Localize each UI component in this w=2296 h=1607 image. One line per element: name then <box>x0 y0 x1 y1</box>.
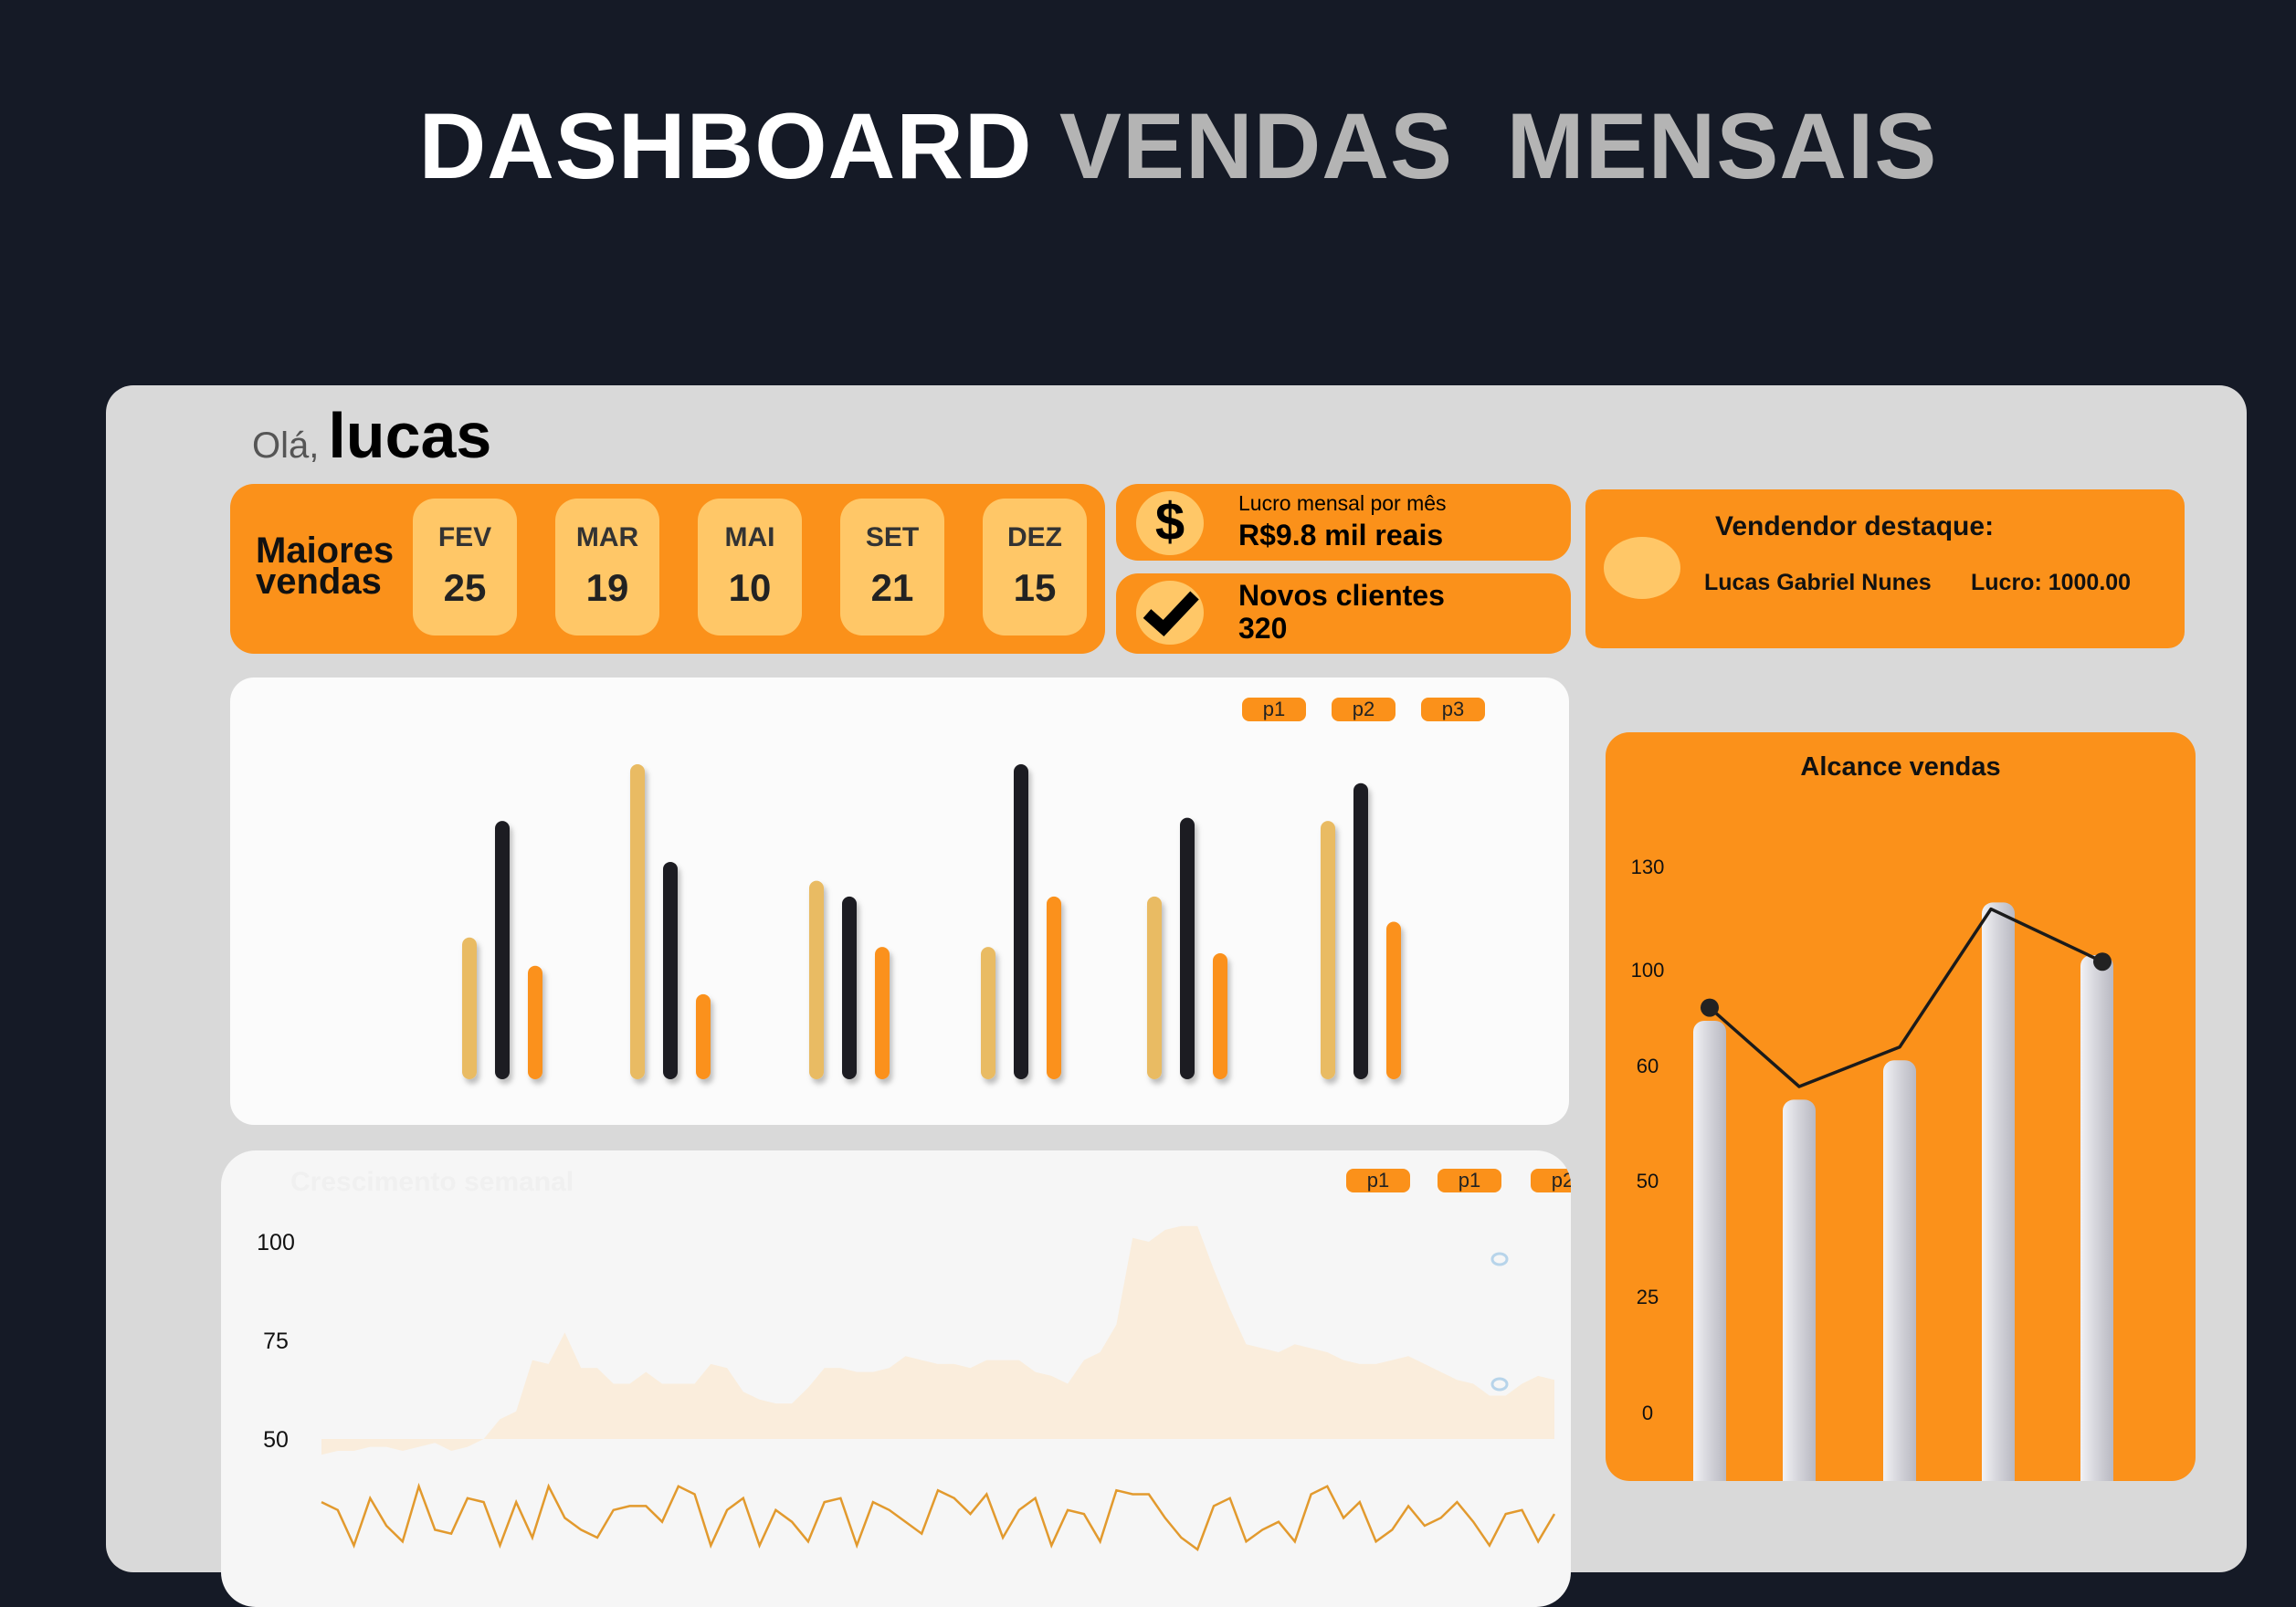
bar-p3-5 <box>1386 921 1401 1079</box>
bar-p3-1 <box>696 993 711 1079</box>
reach-bar-1 <box>1783 1099 1816 1481</box>
bar-p2-3 <box>1014 764 1028 1079</box>
reach-ytick-60: 60 <box>1637 1055 1659 1077</box>
month-card-set[interactable]: SET 21 <box>840 499 944 635</box>
marker-dot <box>1490 1252 1509 1266</box>
profit-card: $ Lucro mensal por mês R$9.8 mil reais <box>1116 484 1571 561</box>
marker-dot <box>1490 1377 1509 1392</box>
top-seller-profit: Lucro: 1000.00 <box>1971 570 2132 595</box>
bar-p1-2 <box>809 880 824 1079</box>
bar-chart-card: p1 p2 p3 <box>230 677 1569 1125</box>
bar-p3-0 <box>528 965 542 1079</box>
bar-p1-3 <box>981 947 995 1079</box>
reach-ytick-25: 25 <box>1637 1286 1659 1308</box>
month-name: DEZ <box>1007 522 1062 552</box>
month-value: 19 <box>585 566 629 609</box>
reach-point-last <box>2093 952 2112 972</box>
reach-bar-0 <box>1693 1021 1726 1481</box>
reach-line <box>1708 907 2103 1088</box>
greeting-hello: Olá, <box>252 425 320 466</box>
bar-p3-2 <box>875 947 890 1079</box>
month-value: 15 <box>1013 566 1057 609</box>
growth-ytick-100: 100 <box>257 1230 295 1255</box>
growth-ytick-50: 50 <box>263 1427 289 1453</box>
month-value: 25 <box>443 566 487 609</box>
avatar <box>1604 537 1680 599</box>
month-value: 10 <box>728 566 772 609</box>
new-clients-value: 320 <box>1238 612 1288 645</box>
profit-label: Lucro mensal por mês <box>1238 491 1447 515</box>
best-sales-card: Maiores vendas FEV 25 MAR 19 MAI 10 SET … <box>230 484 1105 654</box>
greeting: Olá, lucas <box>252 399 491 472</box>
reach-ytick-130: 130 <box>1631 856 1665 878</box>
bar-p1-0 <box>462 937 477 1079</box>
top-seller-name: Lucas Gabriel Nunes <box>1704 570 1932 595</box>
dashboard-panel: Olá, lucas Maiores vendas FEV 25 MAR 19 M… <box>106 385 2247 1607</box>
growth-line <box>321 1482 1556 1551</box>
bar-p2-1 <box>663 861 678 1079</box>
bar-p2-5 <box>1353 782 1368 1079</box>
bar-p3-4 <box>1213 953 1227 1079</box>
sales-reach-chart: 130 100 60 50 25 0 <box>1631 856 2113 1481</box>
reach-point-first <box>1701 998 1719 1017</box>
weekly-growth-card: Crescimento semanal p1 p1 p2 100 75 50 <box>221 1150 1571 1607</box>
title-part-2: VENDAS MENSAIS <box>1058 94 1938 198</box>
growth-area <box>321 1225 1554 1455</box>
month-card-mar[interactable]: MAR 19 <box>555 499 659 635</box>
weekly-growth-chart: 100 75 50 <box>257 1225 1556 1551</box>
bar-p3-3 <box>1047 896 1061 1079</box>
best-sales-label-line2: vendas <box>256 562 382 602</box>
check-icon <box>1136 581 1204 645</box>
reach-ytick-50: 50 <box>1637 1170 1659 1192</box>
bar-p2-4 <box>1180 817 1195 1079</box>
month-name: MAI <box>724 522 775 552</box>
best-sales-label: Maiores vendas <box>256 532 394 602</box>
bar-p1-4 <box>1147 896 1162 1079</box>
growth-ytick-75: 75 <box>263 1329 289 1354</box>
reach-ytick-0: 0 <box>1642 1402 1653 1424</box>
page-title: DASHBOARD VENDAS MENSAIS <box>0 87 2296 205</box>
top-seller-title: Vendendor destaque: <box>1715 511 1995 541</box>
dollar-icon: $ <box>1136 491 1204 555</box>
top-seller-card: Vendendor destaque: Lucas Gabriel Nunes … <box>1585 489 2185 648</box>
reach-bar-2 <box>1883 1060 1916 1481</box>
month-card-mai[interactable]: MAI 10 <box>698 499 802 635</box>
reach-bar-4 <box>2080 955 2113 1481</box>
month-name: MAR <box>575 522 639 552</box>
month-value: 21 <box>870 566 914 609</box>
title-part-1: DASHBOARD <box>418 94 1033 198</box>
new-clients-label: Novos clientes <box>1238 579 1445 612</box>
month-name: FEV <box>437 522 492 552</box>
month-card-dez[interactable]: DEZ 15 <box>983 499 1087 635</box>
month-card-fev[interactable]: FEV 25 <box>413 499 517 635</box>
bar-p2-0 <box>495 821 510 1079</box>
bar-p1-5 <box>1321 821 1335 1079</box>
new-clients-card: Novos clientes 320 <box>1116 573 1571 654</box>
bar-chart <box>462 764 1401 1079</box>
reach-bar-3 <box>1982 902 2015 1481</box>
bar-p1-1 <box>630 764 645 1079</box>
user-name: lucas <box>328 400 492 471</box>
month-name: SET <box>865 522 920 552</box>
sales-reach-card: Alcance vendas 130 100 60 50 25 0 <box>1606 732 2196 1481</box>
profit-value: R$9.8 mil reais <box>1238 519 1444 551</box>
bar-p2-2 <box>842 896 857 1079</box>
reach-ytick-100: 100 <box>1631 959 1665 982</box>
